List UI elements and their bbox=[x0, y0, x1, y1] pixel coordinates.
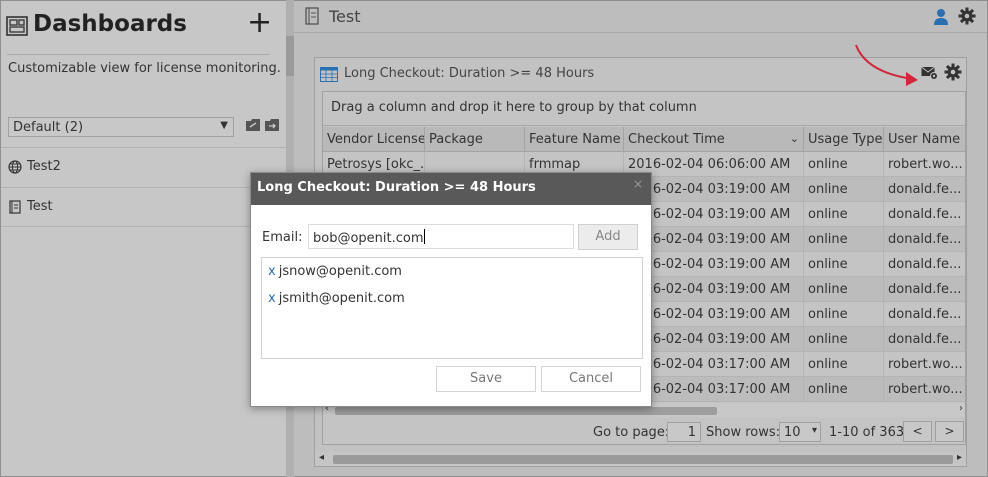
chevron-right-icon[interactable]: › bbox=[959, 403, 963, 414]
cancel-button[interactable]: Cancel bbox=[541, 366, 641, 392]
sidebar-item-label: Test2 bbox=[27, 159, 61, 174]
dialog-header: Long Checkout: Duration >= 48 Hours × bbox=[251, 173, 651, 205]
next-page-button[interactable]: > bbox=[935, 421, 964, 442]
chevron-down-icon: ▾ bbox=[811, 425, 817, 436]
cell-user-name: donald.fe... bbox=[884, 302, 965, 327]
dialog-title: Long Checkout: Duration >= 48 Hours bbox=[257, 180, 536, 195]
cell-user-name: robert.wo... bbox=[884, 152, 965, 177]
cell-usage-type: online bbox=[804, 277, 884, 302]
sidebar-item-test[interactable]: Test bbox=[1, 187, 286, 227]
column-header-feature-name[interactable]: Feature Name bbox=[525, 127, 624, 152]
recipient-list: x jsnow@openit.com x jsmith@openit.com bbox=[261, 257, 643, 359]
sidebar-collapse-handle[interactable] bbox=[286, 36, 294, 76]
cell-user-name: donald.fe... bbox=[884, 227, 965, 252]
sidebar: Dashboards + Customizable view for licen… bbox=[1, 1, 286, 476]
dashboard-icon bbox=[6, 16, 28, 36]
cell-user-name: donald.fe... bbox=[884, 202, 965, 227]
page-range: 1-10 of 363 bbox=[829, 425, 905, 440]
cell-usage-type: online bbox=[804, 352, 884, 377]
add-button[interactable]: Add bbox=[578, 224, 638, 250]
cell-usage-type: online bbox=[804, 327, 884, 352]
email-field-value: bob@openit.com bbox=[313, 231, 424, 246]
sidebar-item-label: Test bbox=[27, 199, 53, 214]
dashboard-header: Test bbox=[294, 1, 987, 33]
sidebar-item-test2[interactable]: Test2 bbox=[1, 147, 286, 187]
cell-usage-type: online bbox=[804, 177, 884, 202]
column-header-checkout-time[interactable]: Checkout Time ⌄ bbox=[624, 127, 804, 152]
user-icon[interactable] bbox=[933, 8, 949, 25]
sidebar-description: Customizable view for license monitoring… bbox=[8, 61, 281, 76]
annotation-arrow-icon bbox=[855, 44, 918, 86]
globe-icon bbox=[8, 160, 22, 174]
email-field[interactable]: bob@openit.com bbox=[308, 224, 574, 249]
cell-user-name: robert.wo... bbox=[884, 352, 965, 377]
view-select[interactable]: Default (2) ▼ bbox=[8, 117, 234, 137]
column-header-usage-type[interactable]: Usage Type bbox=[804, 127, 884, 152]
go-to-page-label: Go to page: bbox=[593, 425, 670, 440]
plus-icon[interactable]: + bbox=[247, 8, 272, 38]
email-subscription-dialog: Long Checkout: Duration >= 48 Hours × Em… bbox=[250, 172, 652, 407]
column-header-user-name[interactable]: User Name bbox=[884, 127, 965, 152]
chevron-down-icon: ⌄ bbox=[789, 132, 799, 145]
chevron-right-icon[interactable]: ▸ bbox=[957, 452, 962, 463]
remove-recipient-button[interactable]: x bbox=[268, 291, 276, 306]
scrollbar-thumb[interactable] bbox=[333, 455, 953, 464]
remove-recipient-button[interactable]: x bbox=[268, 264, 276, 279]
pager: Go to page: 1 Show rows: 10 ▾ 1-10 of 36… bbox=[323, 418, 965, 444]
folder-edit-icon[interactable] bbox=[245, 118, 261, 132]
close-icon[interactable]: × bbox=[633, 177, 643, 191]
widget-title: Long Checkout: Duration >= 48 Hours bbox=[344, 66, 595, 81]
cell-usage-type: online bbox=[804, 252, 884, 277]
document-icon bbox=[305, 7, 319, 25]
cell-usage-type: online bbox=[804, 227, 884, 252]
cell-user-name: donald.fe... bbox=[884, 177, 965, 202]
cell-usage-type: online bbox=[804, 152, 884, 177]
column-header-label: Checkout Time bbox=[628, 132, 725, 147]
cell-user-name: donald.fe... bbox=[884, 327, 965, 352]
cell-user-name: donald.fe... bbox=[884, 277, 965, 302]
dashboard-title: Test bbox=[329, 7, 361, 26]
sidebar-header: Dashboards + bbox=[1, 1, 286, 53]
show-rows-label: Show rows: bbox=[706, 425, 781, 440]
dashboard-list: Test2 Test bbox=[1, 147, 286, 227]
chevron-down-icon: ▼ bbox=[220, 120, 228, 131]
view-select-value: Default (2) bbox=[13, 120, 84, 135]
cell-usage-type: online bbox=[804, 302, 884, 327]
column-header-vendor-license[interactable]: Vendor License bbox=[323, 127, 425, 152]
grid-icon bbox=[320, 67, 338, 82]
sidebar-title: Dashboards bbox=[33, 11, 187, 37]
folder-move-icon[interactable] bbox=[264, 118, 280, 132]
group-drop-zone[interactable]: Drag a column and drop it here to group … bbox=[323, 92, 965, 126]
group-hint: Drag a column and drop it here to group … bbox=[331, 100, 697, 115]
cell-usage-type: online bbox=[804, 202, 884, 227]
save-button[interactable]: Save bbox=[436, 366, 536, 392]
rows-per-page-value: 10 bbox=[784, 425, 801, 440]
cell-usage-type: online bbox=[804, 377, 884, 402]
recipient-email: jsmith@openit.com bbox=[278, 291, 405, 306]
document-icon bbox=[9, 200, 21, 214]
scrollbar-thumb[interactable] bbox=[335, 407, 717, 415]
recipient-email: jsnow@openit.com bbox=[278, 264, 402, 279]
gear-icon[interactable] bbox=[944, 63, 962, 81]
widget-horizontal-scrollbar[interactable]: ◂ ▸ bbox=[315, 452, 966, 466]
rows-per-page-select[interactable]: 10 ▾ bbox=[779, 422, 821, 442]
gear-icon[interactable] bbox=[958, 7, 976, 25]
prev-page-button[interactable]: < bbox=[903, 421, 932, 442]
divider bbox=[7, 54, 269, 55]
email-label: Email: bbox=[262, 230, 303, 245]
cell-user-name: robert.wo... bbox=[884, 377, 965, 402]
list-item: x jsmith@openit.com bbox=[268, 291, 405, 306]
cell-user-name: donald.fe... bbox=[884, 252, 965, 277]
list-item: x jsnow@openit.com bbox=[268, 264, 402, 279]
chevron-left-icon[interactable]: ◂ bbox=[319, 452, 324, 463]
column-header-package[interactable]: Package bbox=[425, 127, 525, 152]
text-cursor bbox=[423, 229, 425, 244]
page-input[interactable]: 1 bbox=[667, 422, 701, 442]
